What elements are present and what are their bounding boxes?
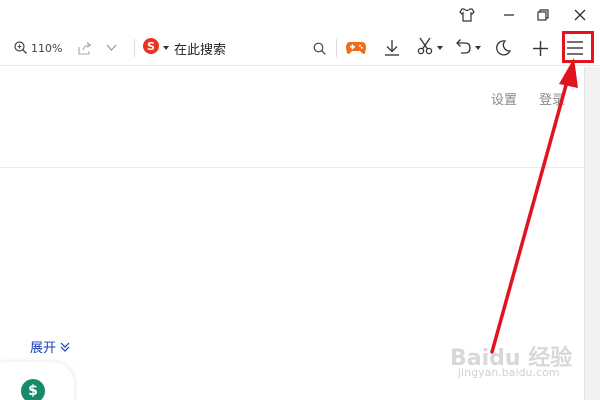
search-engine-selector[interactable]: S	[142, 36, 169, 60]
search-icon[interactable]	[313, 36, 326, 60]
chevron-down-icon[interactable]	[106, 36, 117, 60]
undo-button[interactable]	[454, 36, 481, 60]
skin-icon[interactable]	[452, 2, 482, 28]
sogou-logo-icon: S	[142, 37, 160, 59]
engine-caret-icon	[163, 46, 169, 50]
settings-link[interactable]: 设置	[491, 89, 517, 108]
minimize-icon[interactable]	[494, 2, 524, 28]
expand-label: 展开	[30, 341, 57, 356]
search-placeholder: 在此搜索	[174, 42, 227, 58]
title-bar	[0, 0, 600, 30]
svg-text:S: S	[147, 40, 155, 53]
menu-highlight-box	[562, 31, 594, 63]
expand-button[interactable]: 展开	[30, 337, 70, 356]
browser-toolbar: 110% S 在此搜索	[0, 30, 600, 66]
toolbar-divider	[134, 39, 135, 57]
zoom-level: 110%	[31, 41, 63, 55]
screenshot-caret-icon	[437, 46, 443, 50]
browser-window: 110% S 在此搜索 设置 登录 展开 $ Baidu 经验 jingyan.…	[0, 0, 600, 400]
watermark-url: jingyan.baidu.com	[458, 366, 560, 379]
share-icon[interactable]	[78, 36, 92, 60]
undo-icon	[454, 37, 472, 59]
vertical-scrollbar[interactable]	[584, 67, 600, 400]
app-card[interactable]: $	[0, 362, 74, 400]
zoom-button[interactable]: 110%	[14, 36, 62, 60]
restore-icon[interactable]	[528, 2, 558, 28]
undo-caret-icon	[475, 46, 481, 50]
scissors-icon	[416, 37, 434, 59]
chevron-double-down-icon	[60, 341, 70, 353]
download-icon[interactable]	[383, 36, 401, 60]
screenshot-button[interactable]	[416, 36, 443, 60]
header-links: 设置 登录	[0, 67, 584, 168]
moon-icon[interactable]	[494, 36, 512, 60]
toolbar-divider	[336, 39, 337, 57]
dollar-icon: $	[21, 379, 45, 400]
zoom-icon	[14, 39, 27, 58]
game-icon[interactable]	[345, 36, 367, 60]
plus-icon[interactable]	[532, 36, 549, 60]
search-input[interactable]: 在此搜索	[174, 36, 226, 60]
login-link[interactable]: 登录	[539, 89, 565, 108]
close-icon[interactable]	[565, 2, 595, 28]
